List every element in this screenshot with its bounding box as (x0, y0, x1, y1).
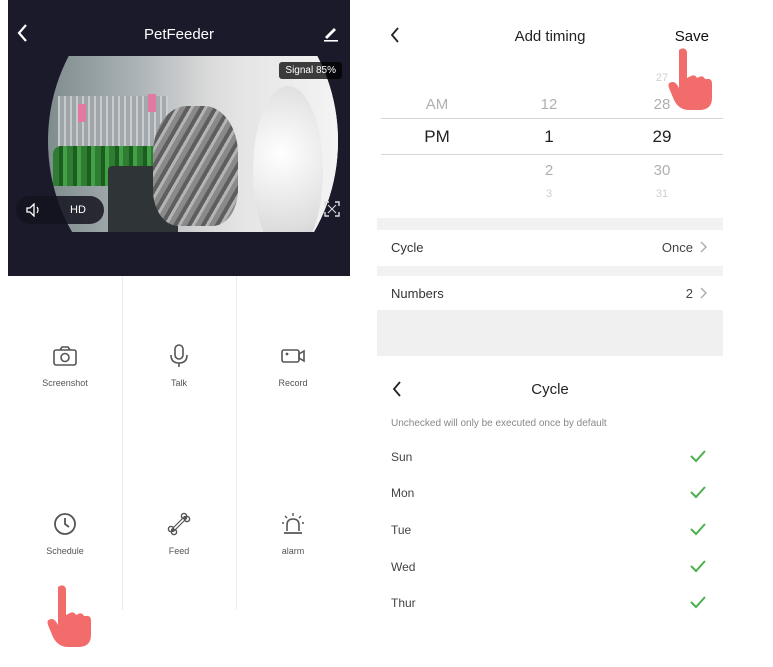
day-row-tue[interactable]: Tue (377, 513, 723, 549)
add-timing-title: Add timing (514, 28, 586, 45)
day-label: Thur (391, 596, 416, 610)
action-grid: Screenshot Talk Record Schedule Feed ala… (8, 276, 350, 610)
record-button[interactable]: Record (236, 342, 350, 388)
picker-value: AM (425, 96, 449, 113)
cycle-hint: Unchecked will only be executed once by … (391, 418, 607, 429)
video-bottom-band (8, 232, 350, 276)
numbers-row-value: 2 (685, 286, 693, 301)
hour-column[interactable]: 12 1 2 3 (519, 60, 579, 218)
video-record-icon (281, 349, 305, 363)
page-title: PetFeeder (143, 26, 215, 43)
checkmark-icon[interactable] (689, 449, 707, 463)
schedule-label: Schedule (46, 546, 84, 556)
clock-icon (54, 513, 76, 535)
screenshot-label: Screenshot (42, 378, 88, 388)
day-label: Tue (391, 523, 412, 537)
video-controls: HD (16, 196, 104, 224)
pointing-hand-icon (668, 48, 712, 110)
camera-live-view[interactable]: Signal 85% HD (8, 56, 350, 232)
schedule-button[interactable]: Schedule (8, 510, 122, 556)
picker-value: 30 (653, 162, 671, 179)
day-row-mon[interactable]: Mon (377, 476, 723, 512)
checkmark-icon[interactable] (689, 595, 707, 609)
numbers-row[interactable]: Numbers 2 (377, 276, 723, 310)
cycle-screen: Cycle Unchecked will only be executed on… (377, 356, 723, 618)
cycle-row-label: Cycle (391, 240, 424, 255)
cycle-row[interactable]: Cycle Once (377, 230, 723, 264)
day-label: Sun (391, 450, 413, 464)
speaker-icon[interactable] (26, 203, 42, 217)
numbers-row-label: Numbers (391, 286, 444, 301)
picker-value: 31 (655, 188, 669, 200)
checkmark-icon[interactable] (689, 559, 707, 573)
ampm-column[interactable]: AM PM (407, 60, 467, 218)
section-divider (377, 218, 723, 230)
cycle-row-value: Once (661, 240, 693, 255)
checkmark-icon[interactable] (689, 485, 707, 499)
fullscreen-icon[interactable] (324, 201, 340, 217)
picker-selected-value: PM (424, 127, 450, 146)
petfeeder-screen: PetFeeder Signal 85% HD Screenshot Talk … (8, 0, 350, 610)
chevron-right-icon (700, 241, 707, 253)
day-row-wed[interactable]: Wed (377, 550, 723, 586)
header-bar: PetFeeder (8, 0, 350, 56)
talk-label: Talk (170, 378, 187, 388)
picker-selected-value: 1 (544, 127, 554, 146)
day-row-thur[interactable]: Thur (377, 586, 723, 622)
bone-icon (167, 512, 191, 536)
record-label: Record (278, 378, 308, 388)
picker-value: 3 (545, 188, 553, 200)
feed-button[interactable]: Feed (122, 510, 236, 556)
microphone-icon (170, 344, 188, 367)
day-row-sun[interactable]: Sun (377, 440, 723, 476)
pointing-hand-icon (47, 585, 91, 647)
section-divider (377, 266, 723, 276)
day-label: Wed (391, 560, 416, 574)
alarm-label: alarm (281, 546, 305, 556)
picker-value: 2 (544, 162, 554, 179)
picker-selected-value: 29 (652, 127, 672, 146)
alarm-button[interactable]: alarm (236, 510, 350, 556)
cycle-title: Cycle (531, 381, 569, 398)
cycle-nav: Cycle (377, 356, 723, 410)
hd-toggle[interactable]: HD (70, 204, 86, 216)
talk-button[interactable]: Talk (122, 342, 236, 388)
save-button[interactable]: Save (675, 28, 709, 45)
edit-pencil-icon[interactable] (322, 24, 340, 42)
picker-value: 12 (540, 96, 558, 113)
checkmark-icon[interactable] (689, 522, 707, 536)
alarm-light-icon (282, 513, 304, 534)
signal-strength-badge: Signal 85% (279, 62, 342, 79)
chevron-right-icon (700, 287, 707, 299)
camera-icon (53, 346, 77, 366)
empty-area (377, 310, 723, 356)
screenshot-button[interactable]: Screenshot (8, 342, 122, 388)
feed-label: Feed (168, 546, 190, 556)
day-label: Mon (391, 486, 415, 500)
